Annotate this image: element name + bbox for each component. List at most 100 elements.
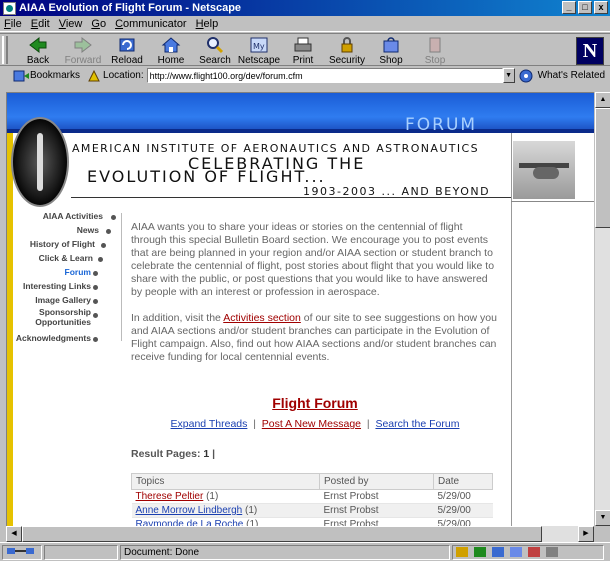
nav-dot: [93, 299, 98, 304]
close-button[interactable]: x: [594, 1, 608, 14]
nav-history-of-flight[interactable]: History of Flight: [30, 239, 95, 249]
composer-icon[interactable]: [528, 547, 540, 557]
minimize-button[interactable]: _: [562, 1, 576, 14]
connection-icon: [7, 547, 34, 554]
related-icon: [519, 69, 533, 82]
header-divider: [71, 197, 511, 198]
reload-button[interactable]: Reload: [105, 36, 149, 66]
netscape-logo[interactable]: N: [576, 37, 604, 65]
horizontal-scrollbar[interactable]: ◀ ▶: [6, 526, 594, 542]
search-forum-link[interactable]: Search the Forum: [375, 418, 459, 430]
reply-count: (1): [206, 491, 219, 502]
page-viewport[interactable]: FORUM AMERICAN INSTITUTE OF AERONAUTICS …: [6, 92, 594, 526]
nav-news[interactable]: News: [77, 225, 99, 235]
nav-forum[interactable]: Forum: [65, 267, 91, 277]
nav-image-gallery[interactable]: Image Gallery: [35, 295, 91, 305]
whats-related-button[interactable]: What's Related: [519, 69, 606, 83]
menu-view[interactable]: View: [59, 18, 83, 30]
reload-label: Reload: [111, 55, 143, 66]
navigation-toolbar: Back Forward Reload Home Search My Netsc…: [0, 33, 610, 66]
scroll-right-button[interactable]: ▶: [578, 526, 594, 542]
date-cell: 5/29/00: [433, 503, 493, 518]
back-arrow-icon: [29, 36, 47, 54]
nav-dot: [93, 313, 98, 318]
horizontal-scroll-thumb[interactable]: [22, 526, 542, 542]
netscape-icon: My: [250, 37, 268, 53]
location-label-wrap: Location:: [88, 69, 144, 82]
nav-click-learn[interactable]: Click & Learn: [39, 253, 93, 263]
result-page-number[interactable]: 1: [203, 448, 209, 460]
netscape-button[interactable]: My Netscape: [237, 36, 281, 66]
url-input[interactable]: [146, 68, 503, 83]
menu-edit[interactable]: Edit: [31, 18, 50, 30]
post-new-message-link[interactable]: Post A New Message: [262, 418, 361, 430]
security-status-icon[interactable]: [456, 547, 468, 557]
netscape-app-icon: [3, 1, 16, 15]
bookmarks-button[interactable]: Bookmarks: [12, 70, 80, 82]
expand-threads-link[interactable]: Expand Threads: [171, 418, 248, 430]
vertical-scroll-thumb[interactable]: [595, 108, 610, 228]
menu-help[interactable]: Help: [196, 18, 219, 30]
photo-divider: [511, 201, 594, 202]
aiaa-emblem-logo[interactable]: [11, 117, 69, 207]
menu-go[interactable]: Go: [91, 18, 106, 30]
vertical-scrollbar[interactable]: ▲ ▼: [594, 92, 610, 526]
nav-dot: [93, 285, 98, 290]
nav-sponsorship[interactable]: Sponsorship Opportunities: [21, 307, 91, 327]
maximize-button[interactable]: □: [578, 1, 592, 14]
activities-section-link[interactable]: Activities section: [223, 312, 301, 324]
home-button[interactable]: Home: [149, 36, 193, 66]
shop-button[interactable]: Shop: [369, 36, 413, 66]
newsgroups-icon[interactable]: [510, 547, 522, 557]
security-button[interactable]: Security: [325, 36, 369, 66]
resize-grip-icon[interactable]: [546, 547, 558, 557]
forward-button[interactable]: Forward: [61, 36, 105, 66]
nav-dot: [93, 337, 98, 342]
result-separator: |: [212, 448, 216, 460]
url-dropdown-button[interactable]: ▼: [502, 68, 515, 83]
lock-icon: [341, 37, 353, 53]
topic-link[interactable]: Anne Morrow Lindbergh: [136, 505, 243, 516]
scroll-down-button[interactable]: ▼: [595, 510, 610, 526]
toolbar-grip[interactable]: [2, 36, 8, 64]
poster-cell: Ernst Probst: [319, 503, 434, 518]
window-titlebar[interactable]: AIAA Evolution of Flight Forum - Netscap…: [0, 0, 610, 16]
topic-link[interactable]: Therese Peltier: [136, 491, 204, 502]
topic-link[interactable]: Raymonde de La Roche: [136, 519, 244, 526]
location-bar: Bookmarks Location: ▼ What's Related: [0, 67, 610, 84]
airplane-photo: [513, 141, 575, 199]
stop-label: Stop: [424, 55, 446, 66]
nav-interesting-links[interactable]: Interesting Links: [23, 281, 91, 291]
stop-button[interactable]: Stop: [413, 36, 457, 66]
mail-icon[interactable]: [492, 547, 504, 557]
print-icon: [294, 37, 312, 52]
page-proxy-icon[interactable]: [88, 69, 100, 82]
back-label: Back: [26, 55, 50, 66]
nav-aiaa-activities[interactable]: AIAA Activities: [43, 211, 103, 221]
scroll-up-button[interactable]: ▲: [595, 92, 610, 108]
back-button[interactable]: Back: [16, 36, 60, 66]
intro-paragraph-2: In addition, visit the Activities sectio…: [131, 312, 499, 364]
forward-label: Forward: [64, 55, 102, 66]
nav-dot: [93, 271, 98, 276]
menu-communicator[interactable]: Communicator: [115, 18, 187, 30]
header-topics: Topics: [131, 473, 320, 490]
scroll-left-button[interactable]: ◀: [6, 526, 22, 542]
print-label: Print: [292, 55, 314, 66]
search-button[interactable]: Search: [193, 36, 237, 66]
menu-file[interactable]: File: [4, 18, 22, 30]
status-bar: Document: Done: [0, 542, 610, 561]
header-date: Date: [433, 473, 493, 490]
navigator-icon[interactable]: [474, 547, 486, 557]
stop-icon: [429, 37, 441, 53]
banner-forum-word: FORUM: [405, 115, 478, 135]
link-separator: |: [253, 418, 256, 430]
status-connection-cell: [2, 544, 42, 560]
intro-paragraph-1: AIAA wants you to share your ideas or st…: [131, 221, 495, 298]
whats-related-label: What's Related: [537, 70, 606, 81]
print-button[interactable]: Print: [281, 36, 325, 66]
nav-acknowledgments[interactable]: Acknowledgments: [16, 333, 91, 343]
table-row: Raymonde de La Roche (1) Ernst Probst 5/29…: [131, 517, 493, 526]
shop-label: Shop: [379, 55, 403, 66]
flight-forum-title[interactable]: Flight Forum: [131, 395, 499, 411]
